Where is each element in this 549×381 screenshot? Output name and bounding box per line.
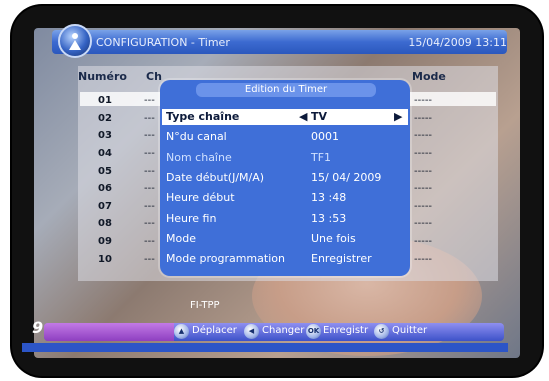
chevron-left-icon[interactable]: ◀: [299, 110, 307, 123]
dialog-title: Edition du Timer: [196, 83, 376, 97]
exit-button-icon: ↺: [374, 324, 389, 339]
field-label-start-time: Heure début: [166, 191, 235, 204]
hint-quit-label: Quitter: [392, 325, 428, 336]
column-header-channel: Ch: [146, 70, 162, 83]
field-label-programming-mode: Mode programmation: [166, 252, 285, 265]
row-channel: ---: [144, 218, 155, 229]
row-channel: ---: [144, 236, 155, 247]
field-label-end-time: Heure fin: [166, 212, 217, 225]
start-time-field[interactable]: 13 :48: [311, 191, 346, 204]
channel-logo-text: FI-TPP: [190, 300, 220, 311]
hint-bar-left-segment: [44, 323, 174, 341]
row-channel: ---: [144, 148, 155, 159]
start-date-field[interactable]: 15/ 04/ 2009: [311, 171, 381, 184]
row-number[interactable]: 10: [96, 254, 114, 265]
row-mode: -----: [414, 166, 433, 177]
channel-name-field: TF1: [311, 151, 332, 164]
row-number[interactable]: 03: [96, 130, 114, 141]
row-mode: -----: [414, 183, 433, 194]
row-mode: -----: [414, 218, 433, 229]
row-number[interactable]: 01: [96, 95, 114, 106]
row-channel: ---: [144, 95, 155, 106]
row-channel: ---: [144, 166, 155, 177]
channel-number-overlay: 9: [32, 318, 44, 337]
row-mode: -----: [414, 95, 433, 106]
channel-number-field[interactable]: 0001: [311, 130, 339, 143]
row-channel: ---: [144, 201, 155, 212]
row-number[interactable]: 09: [96, 236, 114, 247]
bottom-strip: [22, 343, 508, 352]
hint-change-label: Changer: [262, 325, 305, 336]
row-channel: ---: [144, 130, 155, 141]
field-label-start-date: Date début(J/M/A): [166, 171, 265, 184]
row-channel: ---: [144, 254, 155, 265]
column-header-number: Numéro: [78, 70, 127, 83]
row-channel: ---: [144, 183, 155, 194]
row-mode: -----: [414, 113, 433, 124]
hint-move-label: Déplacer: [192, 325, 237, 336]
row-number[interactable]: 08: [96, 218, 114, 229]
row-number[interactable]: 06: [96, 183, 114, 194]
field-label-mode: Mode: [166, 232, 196, 245]
row-mode: -----: [414, 201, 433, 212]
field-label-channel-number: N°du canal: [166, 130, 227, 143]
field-label-channel-name: Nom chaîne: [166, 151, 232, 164]
satellite-logo-icon: [58, 24, 92, 58]
page-title: CONFIGURATION - Timer: [96, 36, 230, 49]
row-mode: -----: [414, 130, 433, 141]
row-mode: -----: [414, 148, 433, 159]
row-mode: -----: [414, 254, 433, 265]
left-right-arrows-icon: ◀: [244, 324, 259, 339]
datetime-display: 15/04/2009 13:11: [408, 36, 507, 49]
hint-record-label: Enregistr: [323, 325, 369, 336]
row-number[interactable]: 05: [96, 166, 114, 177]
chevron-right-icon[interactable]: ▶: [394, 110, 402, 123]
mode-field[interactable]: Une fois: [311, 232, 356, 245]
row-number[interactable]: 02: [96, 113, 114, 124]
programming-mode-field[interactable]: Enregistrer: [311, 252, 372, 265]
ok-button-icon: OK: [306, 324, 321, 339]
row-channel: ---: [144, 113, 155, 124]
column-header-mode: Mode: [412, 70, 446, 83]
row-number[interactable]: 07: [96, 201, 114, 212]
field-label-channel-type: Type chaîne: [166, 110, 240, 123]
row-number[interactable]: 04: [96, 148, 114, 159]
up-down-arrows-icon: ▲: [174, 324, 189, 339]
channel-type-selector[interactable]: TV: [311, 110, 327, 123]
end-time-field[interactable]: 13 :53: [311, 212, 346, 225]
row-mode: -----: [414, 236, 433, 247]
